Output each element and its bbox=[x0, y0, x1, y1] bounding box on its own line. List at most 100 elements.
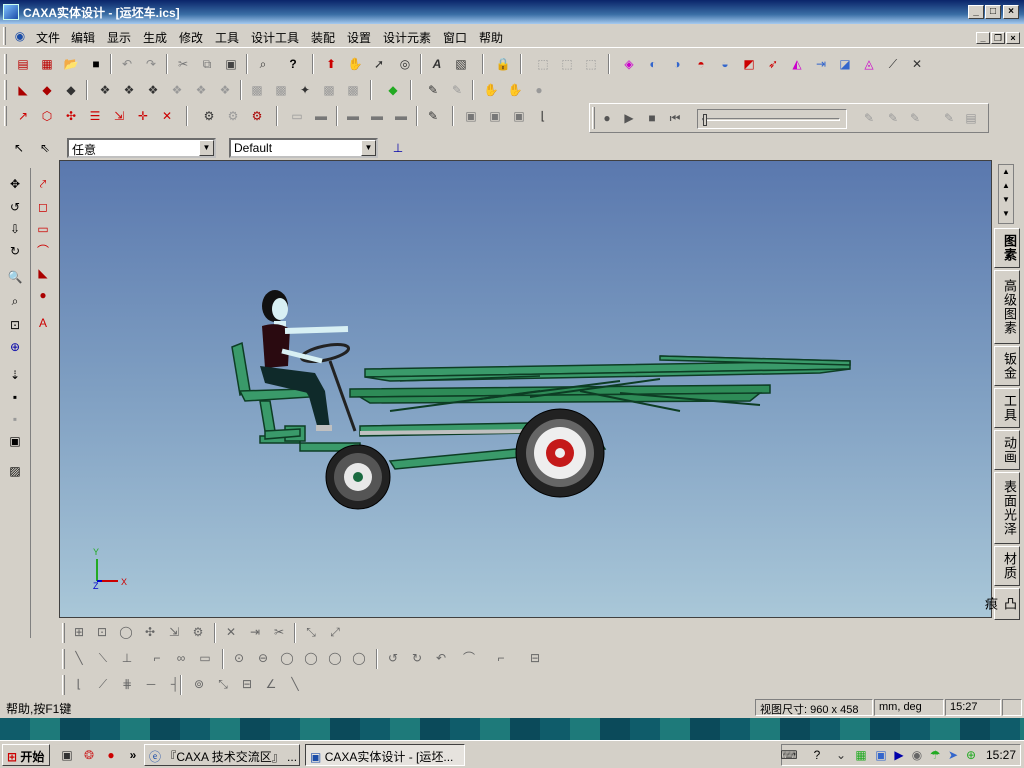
part-tool-icon[interactable]: ⚙ bbox=[200, 107, 218, 125]
document-icon[interactable]: ◉ bbox=[11, 27, 29, 45]
help-tray-icon[interactable]: ? bbox=[808, 746, 826, 764]
offset2-icon[interactable]: ⤢ bbox=[326, 623, 344, 641]
group-tool3-icon[interactable]: ▬ bbox=[392, 107, 410, 125]
view-tool5-icon[interactable]: ❖ bbox=[192, 81, 210, 99]
start-button[interactable]: ⊞ 开始 bbox=[2, 744, 50, 766]
assembly-tool2-icon[interactable]: ▩ bbox=[272, 81, 290, 99]
render-solid-icon[interactable]: ◣ bbox=[14, 81, 32, 99]
menu-design-tools[interactable]: 设计工具 bbox=[251, 29, 299, 46]
dimension-icon[interactable]: ⌊ bbox=[70, 675, 88, 693]
spline-icon[interactable]: ∞ bbox=[172, 649, 190, 667]
anim-tool5-icon[interactable]: ▤ bbox=[962, 109, 980, 127]
constraint6-icon[interactable]: ⚙ bbox=[189, 623, 207, 641]
menu-settings[interactable]: 设置 bbox=[347, 29, 371, 46]
assembly-tool4-icon[interactable]: ▩ bbox=[320, 81, 338, 99]
menu-tools[interactable]: 工具 bbox=[215, 29, 239, 46]
sketch-line-icon[interactable]: ⤤ bbox=[34, 175, 52, 193]
shell-icon[interactable]: ◐ bbox=[644, 55, 662, 73]
circle-3pt-icon[interactable]: ◯ bbox=[278, 649, 296, 667]
camera3-icon[interactable]: ▪ bbox=[6, 410, 24, 428]
configuration-select[interactable]: Default ▼ bbox=[229, 138, 378, 158]
zoom-icon[interactable]: 🔍 bbox=[6, 268, 24, 286]
tray-app-icon[interactable]: ▦ bbox=[852, 746, 870, 764]
view-tool4-icon[interactable]: ❖ bbox=[168, 81, 186, 99]
toolbar-grip[interactable] bbox=[592, 107, 595, 129]
menu-modify[interactable]: 修改 bbox=[179, 29, 203, 46]
lock-icon[interactable]: 🔒 bbox=[494, 55, 512, 73]
tangent-line-icon[interactable]: ⟍ bbox=[94, 649, 112, 667]
toolbar-grip[interactable] bbox=[62, 675, 65, 695]
angle-icon[interactable]: ⊟ bbox=[238, 675, 256, 693]
quicklaunch-icon[interactable]: ❂ bbox=[80, 746, 98, 764]
arrow-select-icon[interactable]: ↖ bbox=[10, 139, 28, 157]
fillet-sketch-icon[interactable]: ⌐ bbox=[492, 649, 510, 667]
dimension4-icon[interactable]: ─ bbox=[142, 675, 160, 693]
image-icon[interactable]: ▧ bbox=[452, 55, 470, 73]
tab-sheet-metal[interactable]: 钣金 bbox=[994, 346, 1020, 386]
slider-thumb[interactable] bbox=[703, 114, 707, 126]
scroll-down-icon[interactable]: ▼ bbox=[999, 193, 1013, 207]
selection-filter-select[interactable]: 任意 ▼ bbox=[67, 138, 216, 158]
circle-tan2-icon[interactable]: ◯ bbox=[326, 649, 344, 667]
resize-grip[interactable] bbox=[1002, 699, 1022, 716]
task-browser-button[interactable]: ⓔ 『CAXA 技术交流区』 ... bbox=[144, 744, 300, 766]
constraint5-icon[interactable]: ⇲ bbox=[165, 623, 183, 641]
unknown-tool-icon[interactable]: ✕ bbox=[908, 55, 926, 73]
doc-close-button[interactable]: × bbox=[1006, 32, 1020, 44]
move-view-icon[interactable]: ⇩ bbox=[6, 220, 24, 238]
task-caxa-button[interactable]: ▣ CAXA实体设计 - [运坯... bbox=[305, 744, 465, 766]
cut-icon[interactable]: ✂ bbox=[174, 55, 192, 73]
sketch-circle-icon[interactable]: ● bbox=[34, 286, 52, 304]
menu-window[interactable]: 窗口 bbox=[443, 29, 467, 46]
circle-center-icon[interactable]: ⊙ bbox=[230, 649, 248, 667]
anim-tool4-icon[interactable]: ✎ bbox=[940, 109, 958, 127]
extrude-icon[interactable]: ⬆ bbox=[322, 55, 340, 73]
tray-network-icon[interactable]: ▣ bbox=[872, 746, 890, 764]
assembly-tool5-icon[interactable]: ▩ bbox=[344, 81, 362, 99]
target-icon[interactable]: ⊕ bbox=[6, 338, 24, 356]
camera-icon[interactable]: ⊡ bbox=[6, 316, 24, 334]
toolbar-grip[interactable] bbox=[4, 80, 7, 100]
extend-icon[interactable]: ⇥ bbox=[246, 623, 264, 641]
select-box2-icon[interactable]: ⬚ bbox=[558, 55, 576, 73]
cross-tool-icon[interactable]: ✕ bbox=[158, 107, 176, 125]
constraint-icon[interactable]: ⊞ bbox=[70, 623, 88, 641]
minimize-button[interactable]: _ bbox=[968, 5, 984, 19]
toolbar-grip[interactable] bbox=[4, 54, 7, 74]
constraint2-icon[interactable]: ⊡ bbox=[93, 623, 111, 641]
animation-slider[interactable] bbox=[697, 109, 847, 129]
tray-plus-icon[interactable]: ⊕ bbox=[962, 746, 980, 764]
angle2-icon[interactable]: ∠ bbox=[262, 675, 280, 693]
scale-tool-icon[interactable]: ⇲ bbox=[110, 107, 128, 125]
render-view-icon[interactable]: ▨ bbox=[6, 462, 24, 480]
boolean-icon[interactable]: ◪ bbox=[836, 55, 854, 73]
assembly-tool-icon[interactable]: ▩ bbox=[248, 81, 266, 99]
keyboard-icon[interactable]: ⌨ bbox=[780, 746, 798, 764]
toolbar-grip[interactable] bbox=[62, 649, 65, 669]
group-tool-icon[interactable]: ▬ bbox=[344, 107, 362, 125]
sketch-arc-icon[interactable]: ⌒ bbox=[34, 242, 52, 260]
chamfer-sketch-icon[interactable]: ⊟ bbox=[526, 649, 544, 667]
rectangle-icon[interactable]: ▭ bbox=[196, 649, 214, 667]
view-box2-icon[interactable]: ▣ bbox=[486, 107, 504, 125]
view-tool2-icon[interactable]: ❖ bbox=[120, 81, 138, 99]
select-box3-icon[interactable]: ⬚ bbox=[582, 55, 600, 73]
view-tool-icon[interactable]: ❖ bbox=[96, 81, 114, 99]
view-tool3-icon[interactable]: ❖ bbox=[144, 81, 162, 99]
copy-icon[interactable]: ⧉ bbox=[198, 55, 216, 73]
position-tool-icon[interactable]: ✛ bbox=[134, 107, 152, 125]
tab-advanced-elements[interactable]: 高级图素 bbox=[994, 270, 1020, 344]
line-icon[interactable]: ╲ bbox=[70, 649, 88, 667]
text-icon[interactable]: A bbox=[428, 55, 446, 73]
camera4-icon[interactable]: ▣ bbox=[6, 432, 24, 450]
find-icon[interactable]: ⌕ bbox=[254, 55, 272, 73]
stop-icon[interactable]: ■ bbox=[643, 109, 661, 127]
tray-umbrella-icon[interactable]: ☂ bbox=[926, 746, 944, 764]
undo-icon[interactable]: ↶ bbox=[118, 55, 136, 73]
fillet-icon[interactable]: ◑ bbox=[668, 55, 686, 73]
close-button[interactable]: × bbox=[1003, 5, 1019, 19]
menu-assembly[interactable]: 装配 bbox=[311, 29, 335, 46]
orbit-icon[interactable]: ↺ bbox=[6, 198, 24, 216]
ellipse-icon[interactable]: ⌒ bbox=[460, 649, 478, 667]
menu-generate[interactable]: 生成 bbox=[143, 29, 167, 46]
